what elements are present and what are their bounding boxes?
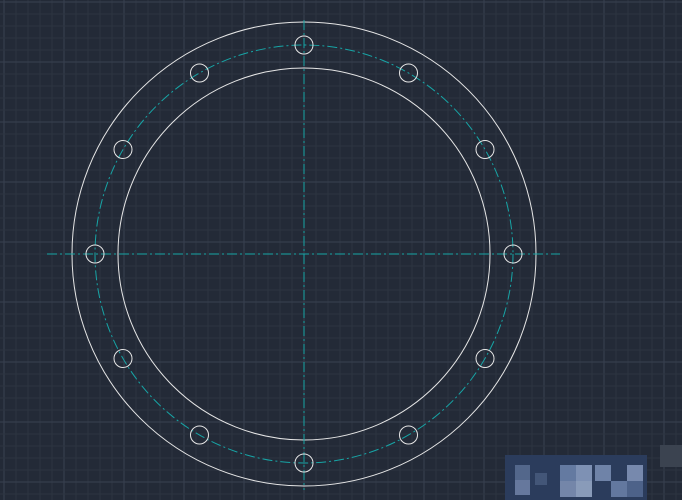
watermark-block: [576, 481, 592, 497]
watermark-block: [515, 465, 530, 480]
watermark-block: [595, 465, 611, 481]
drawing-canvas[interactable]: [0, 0, 682, 500]
pixelated-corner-mark: [660, 445, 682, 467]
watermark-block: [535, 473, 547, 485]
watermark-block: [576, 465, 592, 481]
watermark-block: [627, 481, 643, 497]
watermark-block: [611, 481, 627, 497]
watermark-block: [560, 481, 576, 497]
watermark-block: [515, 480, 530, 495]
watermark-block: [560, 465, 576, 481]
pixelated-watermark: [505, 455, 647, 500]
watermark-block: [627, 465, 643, 481]
